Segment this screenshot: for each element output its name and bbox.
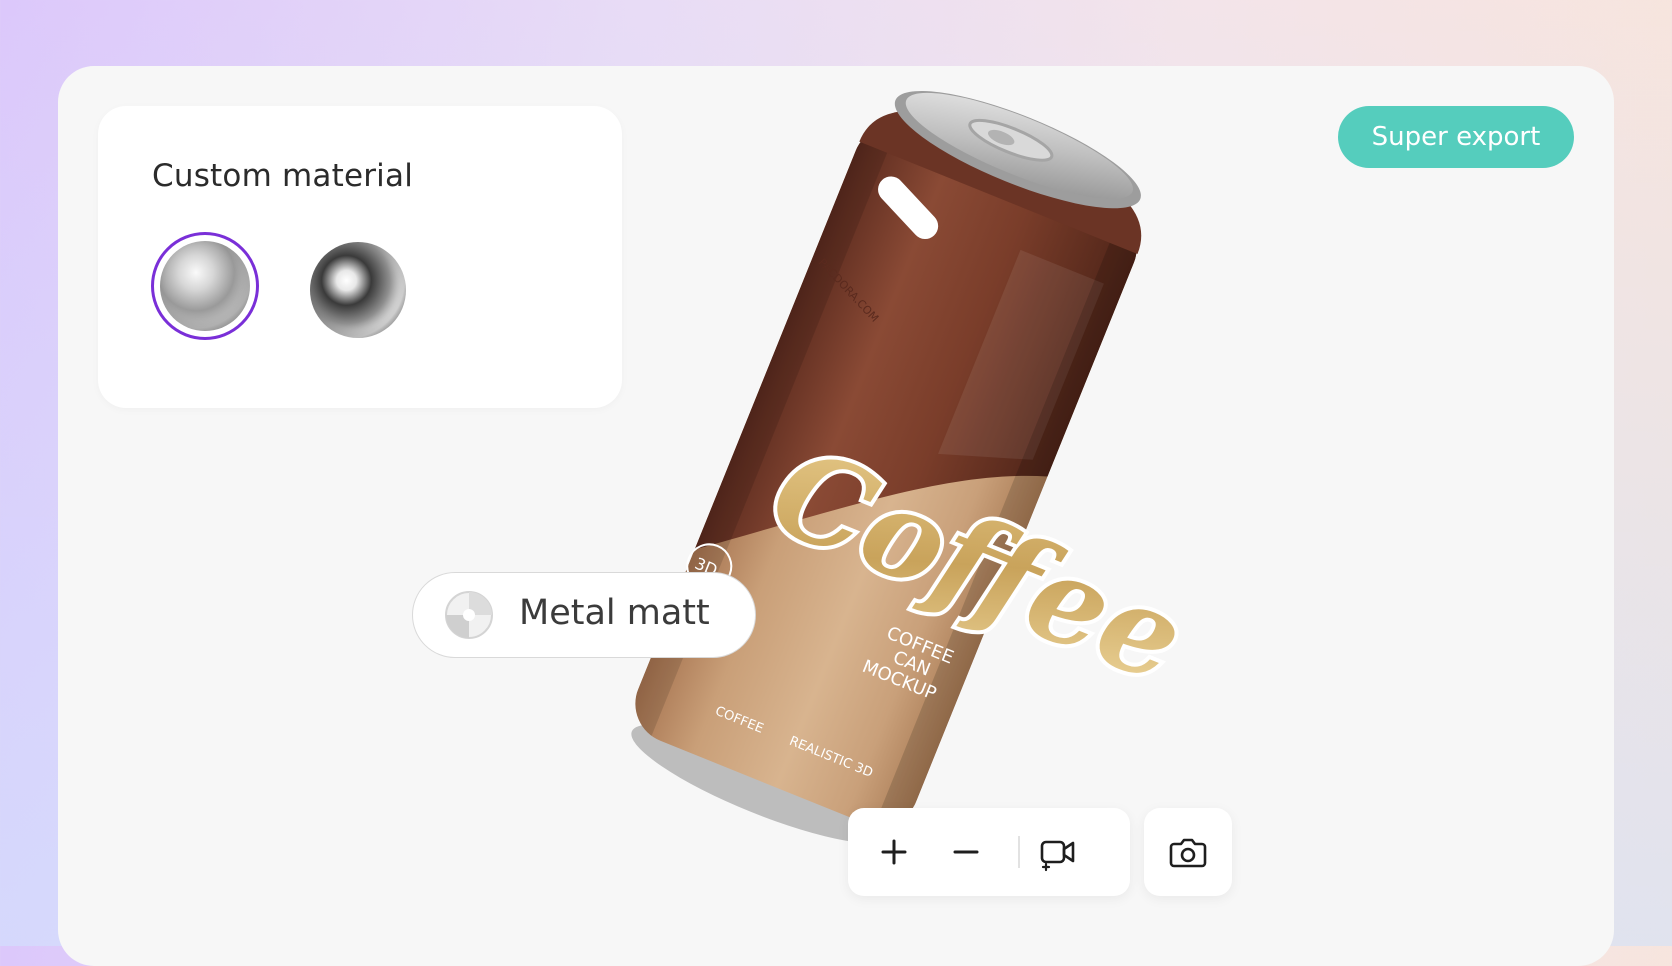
plus-icon[interactable] [872, 830, 916, 874]
material-tag[interactable]: Metal matt [412, 572, 756, 658]
screenshot-button[interactable] [1144, 808, 1232, 896]
controls-divider [1018, 836, 1020, 868]
material-swatch-gloss[interactable] [310, 242, 406, 338]
workspace: Coffee COFFEE CAN MOCKUP 3D COFFEE REALI… [58, 66, 1614, 966]
gloss-sphere-icon [310, 242, 406, 338]
view-controls [848, 808, 1130, 896]
material-tag-label: Metal matt [519, 593, 710, 633]
custom-material-panel: Custom material [98, 106, 622, 408]
matt-sphere-icon [160, 241, 250, 331]
camera-icon [1169, 838, 1207, 868]
minus-icon[interactable] [944, 830, 988, 874]
panel-title: Custom material [152, 158, 414, 194]
material-swatch-matt[interactable] [151, 232, 259, 340]
video-record-icon[interactable] [1036, 830, 1080, 874]
half-sphere-icon [445, 591, 493, 639]
super-export-button[interactable]: Super export [1338, 106, 1574, 168]
